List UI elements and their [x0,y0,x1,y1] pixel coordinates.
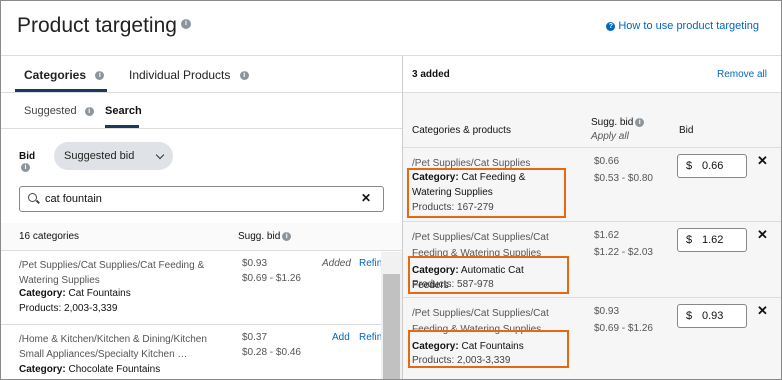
info-icon[interactable]: i [282,231,292,241]
bid-mode-dropdown[interactable]: Suggested bid [54,142,173,170]
active-subtab-indicator [105,125,139,128]
tabs-bar: Categories i Individual Products i [1,56,402,93]
info-icon[interactable]: i [635,117,645,127]
highlight-box [408,330,569,368]
added-status: Added [322,258,351,269]
results-header: 16 categories Sugg. bid i [1,223,402,251]
info-icon[interactable]: i [95,71,105,81]
list-item: /Home & Kitchen/Kitchen & Dining/Kitchen… [1,326,382,379]
list-item: /Pet Supplies/Cat Supplies/Cat Feeding &… [1,252,382,325]
remove-row-icon[interactable]: ✕ [757,303,768,319]
refine-link[interactable]: Refin [359,258,382,269]
sugg-bid-range: $0.69 - $1.26 [594,323,653,334]
active-tab-indicator [15,89,107,92]
sugg-bid-range: $0.69 - $1.26 [242,273,301,284]
help-link-text[interactable]: How to use product targeting [618,20,759,32]
tab-individual-products-label[interactable]: Individual Products [129,68,230,82]
bid-label: Bidi [19,151,35,173]
sugg-bid-range: $1.22 - $2.03 [594,247,653,258]
apply-all-link[interactable]: Apply all [591,131,629,142]
search-input[interactable]: cat fountain [45,193,102,205]
page-title-text: Product targeting [17,14,177,37]
bid-input[interactable]: $ 1.62 [677,228,747,252]
sugg-bid-range: $0.28 - $0.46 [242,347,301,358]
currency-symbol: $ [686,310,693,322]
highlight-box [407,168,566,218]
sugg-bid-value: $1.62 [594,230,620,241]
search-icon [28,193,37,202]
product-count: Products: 2,003-3,339 [19,303,118,314]
add-button[interactable]: Add [332,332,350,343]
sugg-bid-header: Sugg. bid i [238,231,292,242]
currency-symbol: $ [686,160,693,172]
info-icon[interactable]: i [239,71,249,81]
info-icon[interactable]: i [180,19,191,30]
info-icon[interactable]: i [21,162,30,172]
col-sugg-bid-text: Sugg. bid [591,117,634,128]
tab-categories-label[interactable]: Categories [24,68,86,82]
left-panel: Categories i Individual Products i Sugge… [1,56,402,379]
help-link[interactable]: ? How to use product targeting [606,20,759,32]
category-path: /Home & Kitchen/Kitchen & Dining/Kitchen… [19,334,207,360]
sugg-bid-value: $0.93 [594,306,620,317]
sugg-bid-value: $0.93 [242,258,268,269]
col-categories-products: Categories & products [412,125,511,136]
bid-input-value[interactable]: 0.93 [702,310,723,322]
subtab-search-label[interactable]: Search [105,105,142,117]
category-label: Category: [19,364,66,375]
bid-input-value[interactable]: 0.66 [702,160,723,172]
page-title: Product targeting i [17,14,191,38]
added-count: 3 added [412,69,450,80]
tab-categories[interactable]: Categories i [24,68,105,82]
page-header: Product targeting i ? How to use product t… [1,1,781,56]
info-icon[interactable]: i [84,106,94,116]
highlight-box [408,256,569,294]
remove-all-button[interactable]: Remove all [717,69,767,80]
bid-input-value[interactable]: 1.62 [702,234,723,246]
col-sugg-bid: Sugg. bid i [591,117,645,128]
sugg-bid-value: $0.66 [594,156,620,167]
category-path: /Pet Supplies/Cat Supplies/Cat Feeding &… [19,260,205,286]
remove-row-icon[interactable]: ✕ [757,227,768,243]
remove-row-icon[interactable]: ✕ [757,153,768,169]
results-count: 16 categories [19,231,80,242]
sugg-bid-header-text: Sugg. bid [238,231,281,242]
window-frame: Product targeting i ? How to use product t… [0,0,782,380]
right-panel: 3 added Remove all Categories & products… [403,56,781,379]
chevron-down-icon [155,150,165,160]
category-search-box[interactable]: cat fountain ✕ [19,186,384,212]
sugg-bid-value: $0.37 [242,332,268,343]
sugg-bid-range: $0.53 - $0.80 [594,173,653,184]
bid-label-text: Bid [19,151,36,162]
bid-input[interactable]: $ 0.93 [677,304,747,328]
col-bid: Bid [679,125,694,136]
added-bar: 3 added Remove all [403,56,781,93]
question-icon: ? [606,21,616,31]
selected-table-header: Categories & products Sugg. bid i Apply a… [403,93,781,148]
scrollbar-thumb[interactable] [383,274,400,379]
subtab-suggested[interactable]: Suggested i [24,105,94,117]
refine-link[interactable]: Refin [359,332,382,343]
bid-mode-value[interactable]: Suggested bid [64,150,134,162]
category-label: Category: [19,288,66,299]
subtab-suggested-label[interactable]: Suggested [24,105,77,117]
clear-search-icon[interactable]: ✕ [361,191,371,205]
subtabs-bar: Suggested i Search [1,93,402,129]
tab-individual-products[interactable]: Individual Products i [129,68,249,82]
category-value: Cat Fountains [68,288,131,299]
currency-symbol: $ [686,234,693,246]
category-name: Category: Cat Fountains [19,288,131,299]
bid-input[interactable]: $ 0.66 [677,154,747,178]
subtab-search[interactable]: Search [105,105,142,117]
category-value: Chocolate Fountains [68,364,161,375]
category-name: Category: Chocolate Fountains [19,364,160,375]
